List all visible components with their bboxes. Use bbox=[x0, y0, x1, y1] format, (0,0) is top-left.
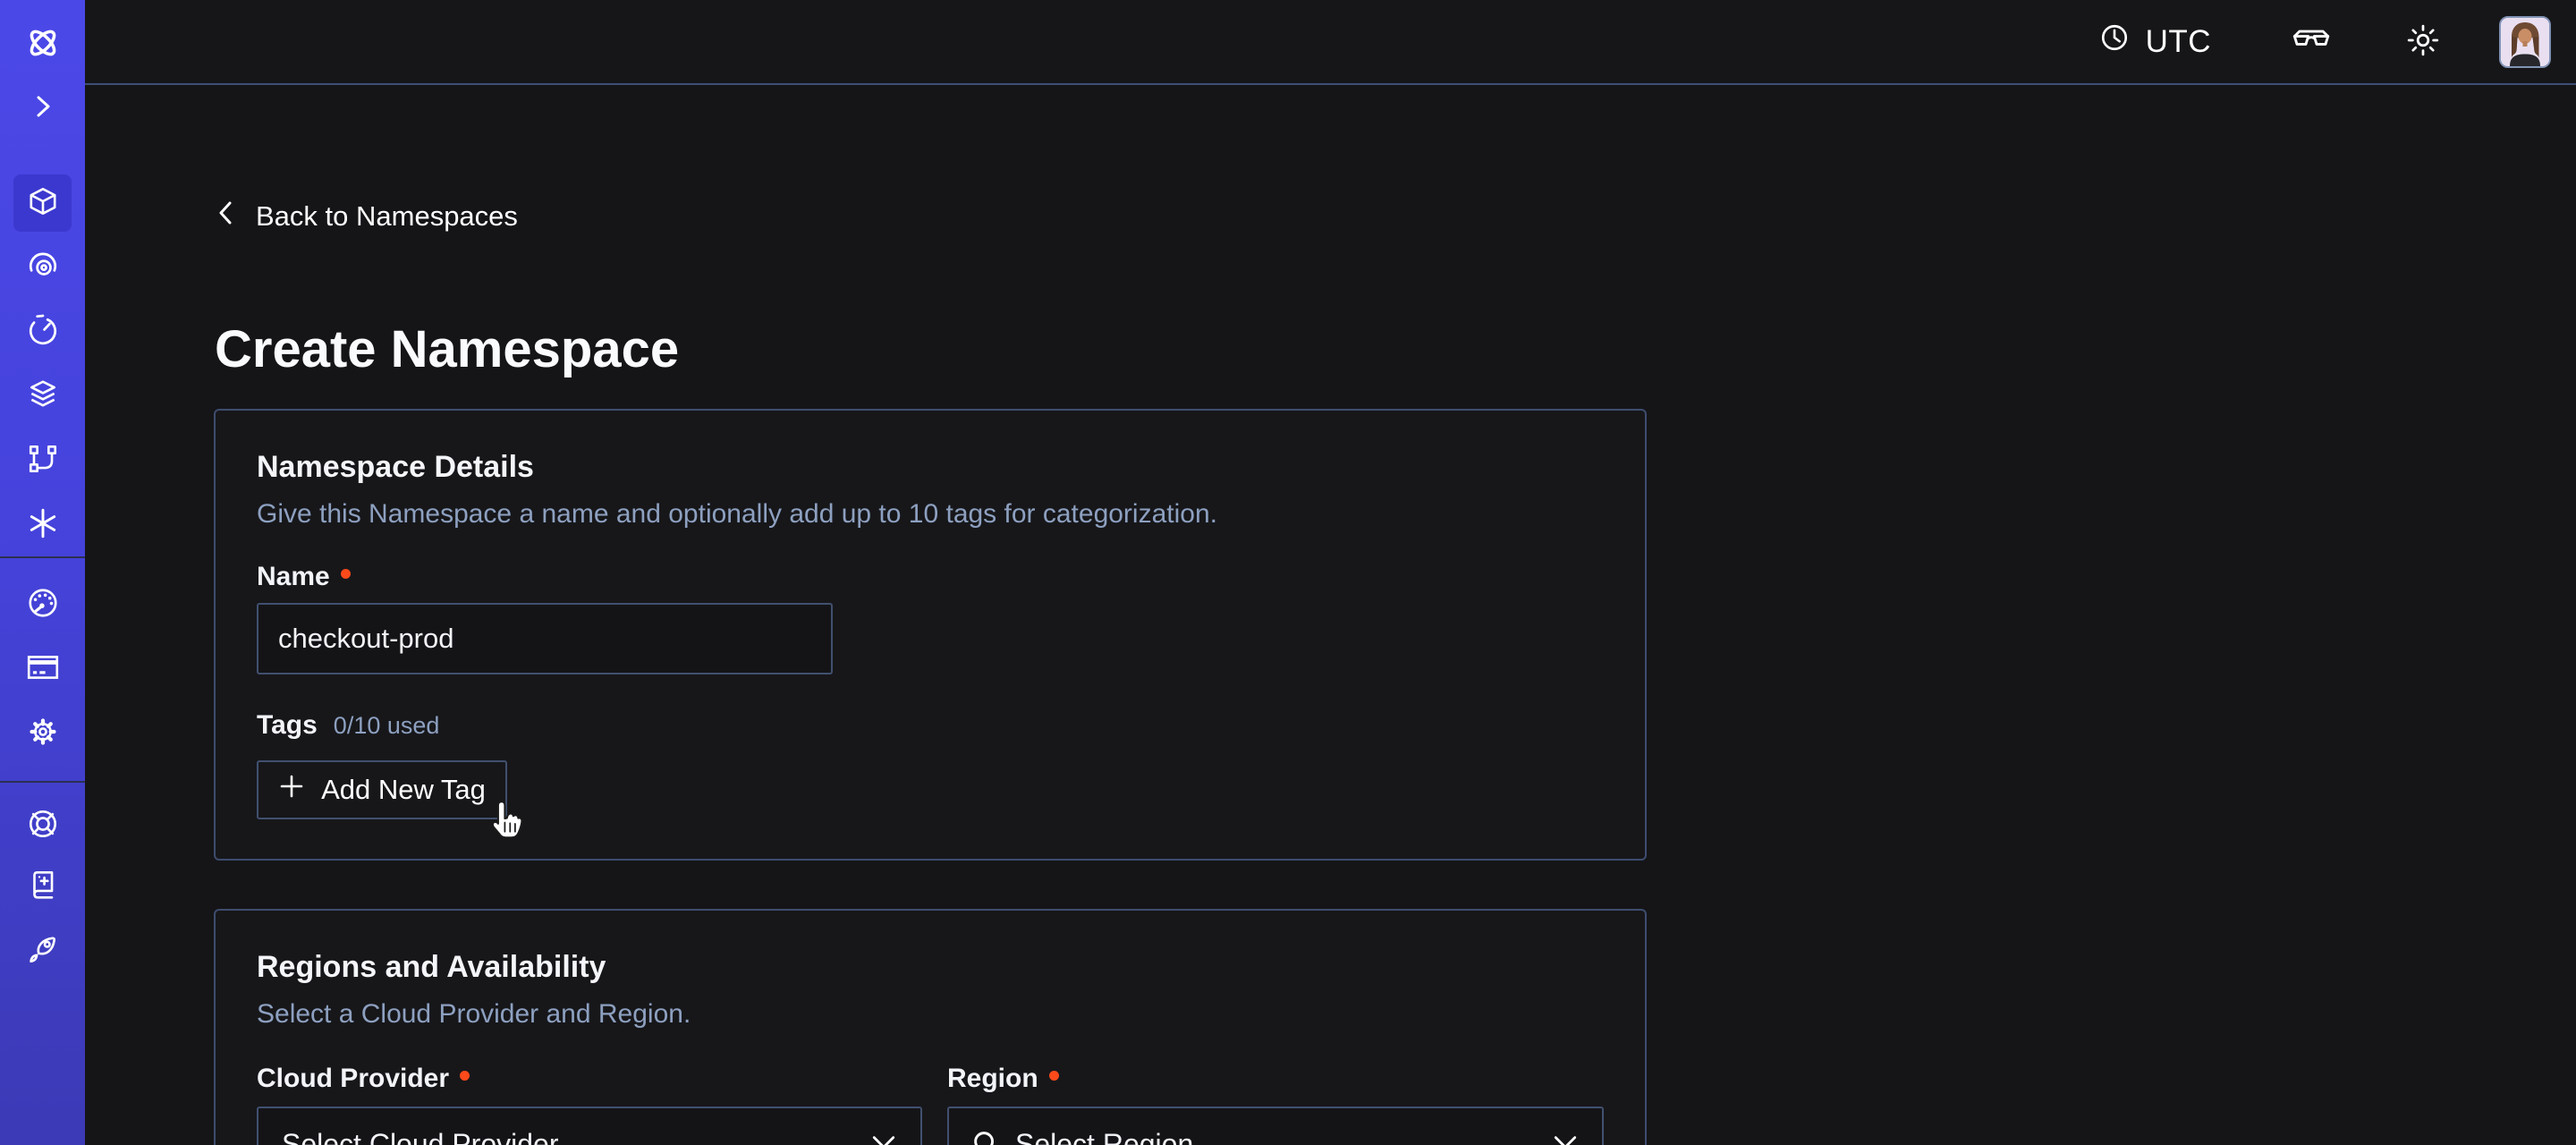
chevron-left-icon bbox=[215, 199, 238, 234]
timezone-label: UTC bbox=[2146, 24, 2211, 60]
region-placeholder: Select Region bbox=[1015, 1128, 1552, 1145]
sidebar-divider bbox=[0, 556, 85, 558]
region-select[interactable]: Select Region bbox=[947, 1107, 1604, 1145]
user-avatar[interactable] bbox=[2499, 16, 2551, 68]
cloud-provider-label: Cloud Provider bbox=[257, 1064, 922, 1094]
reader-mode-button[interactable] bbox=[2292, 27, 2331, 56]
chevron-down-icon bbox=[1552, 1128, 1579, 1145]
chevron-down-icon bbox=[870, 1128, 897, 1145]
back-label: Back to Namespaces bbox=[256, 200, 518, 233]
gear-icon bbox=[26, 715, 60, 753]
name-field-label: Name bbox=[257, 562, 1604, 592]
plus-icon bbox=[278, 773, 305, 807]
spiral-icon bbox=[26, 249, 60, 287]
regions-availability-card: Regions and Availability Select a Cloud … bbox=[214, 909, 1647, 1145]
page-title: Create Namespace bbox=[215, 319, 679, 379]
namespace-details-card: Namespace Details Give this Namespace a … bbox=[214, 409, 1647, 861]
sidebar-expand-button[interactable] bbox=[13, 80, 72, 137]
namespace-name-input[interactable] bbox=[257, 603, 833, 674]
sidebar-item-billing[interactable] bbox=[13, 640, 72, 698]
chevron-right-icon bbox=[29, 91, 57, 126]
sidebar-item-timer[interactable] bbox=[13, 303, 72, 360]
card-title: Namespace Details bbox=[257, 450, 1604, 485]
layers-icon bbox=[26, 377, 60, 416]
sidebar-item-getting-started[interactable] bbox=[13, 922, 72, 980]
tags-label-row: Tags 0/10 used bbox=[257, 710, 1604, 741]
sidebar-item-docs[interactable] bbox=[13, 857, 72, 914]
required-dot bbox=[460, 1071, 470, 1081]
sun-icon bbox=[2406, 23, 2440, 60]
region-label: Region bbox=[947, 1064, 1604, 1094]
region-column: Region Select Region bbox=[947, 1064, 1604, 1145]
required-dot bbox=[341, 569, 351, 579]
temporal-logo[interactable] bbox=[13, 16, 72, 73]
search-icon bbox=[972, 1130, 1001, 1145]
tags-counter: 0/10 used bbox=[334, 712, 440, 740]
back-to-namespaces-link[interactable]: Back to Namespaces bbox=[215, 199, 518, 234]
timezone-selector[interactable]: UTC bbox=[2099, 22, 2211, 61]
sidebar-divider bbox=[0, 781, 85, 783]
topbar: UTC bbox=[85, 0, 2576, 85]
glasses-icon bbox=[2292, 27, 2331, 56]
sidebar-item-support[interactable] bbox=[13, 797, 72, 854]
asterisk-icon bbox=[26, 506, 60, 545]
cloud-provider-placeholder: Select Cloud Provider bbox=[282, 1128, 870, 1145]
tags-label: Tags bbox=[257, 710, 318, 741]
cube-icon bbox=[26, 184, 60, 223]
cloud-provider-select[interactable]: Select Cloud Provider bbox=[257, 1107, 922, 1145]
provider-region-row: Cloud Provider Select Cloud Provider bbox=[257, 1064, 1604, 1145]
card-title: Regions and Availability bbox=[257, 950, 1604, 985]
sidebar-item-settings[interactable] bbox=[13, 705, 72, 762]
rocket-icon bbox=[26, 932, 60, 971]
sidebar bbox=[0, 0, 85, 1145]
credit-card-icon bbox=[25, 650, 61, 689]
sidebar-item-asterisk[interactable] bbox=[13, 496, 72, 554]
app-window: UTC bbox=[0, 0, 2576, 1145]
sidebar-item-branch[interactable] bbox=[13, 432, 72, 489]
timer-icon bbox=[26, 313, 60, 352]
card-subtitle: Select a Cloud Provider and Region. bbox=[257, 999, 1604, 1030]
required-dot bbox=[1049, 1071, 1059, 1081]
sidebar-item-usage[interactable] bbox=[13, 576, 72, 633]
sidebar-item-layers[interactable] bbox=[13, 368, 72, 425]
book-sparkles-icon bbox=[26, 867, 60, 905]
cloud-provider-column: Cloud Provider Select Cloud Provider bbox=[257, 1064, 922, 1145]
branch-icon bbox=[26, 442, 60, 480]
lifebuoy-icon bbox=[26, 807, 60, 845]
clock-icon bbox=[2099, 22, 2130, 61]
sidebar-item-namespaces[interactable] bbox=[13, 174, 72, 232]
temporal-logo-icon bbox=[22, 22, 64, 68]
card-subtitle: Give this Namespace a name and optionall… bbox=[257, 499, 1604, 530]
add-new-tag-button[interactable]: Add New Tag bbox=[257, 760, 507, 819]
sidebar-item-spiral[interactable] bbox=[13, 239, 72, 296]
theme-toggle-button[interactable] bbox=[2406, 23, 2440, 60]
gauge-icon bbox=[26, 586, 60, 624]
